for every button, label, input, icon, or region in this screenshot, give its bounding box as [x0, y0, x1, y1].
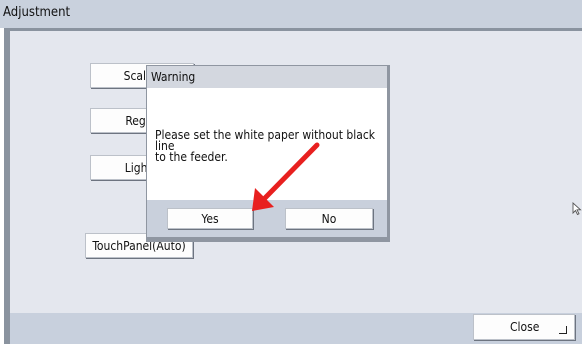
red-arrow-annotation [252, 142, 320, 211]
mouse-pointer-icon [572, 202, 582, 216]
arrow-shaft [262, 142, 320, 201]
